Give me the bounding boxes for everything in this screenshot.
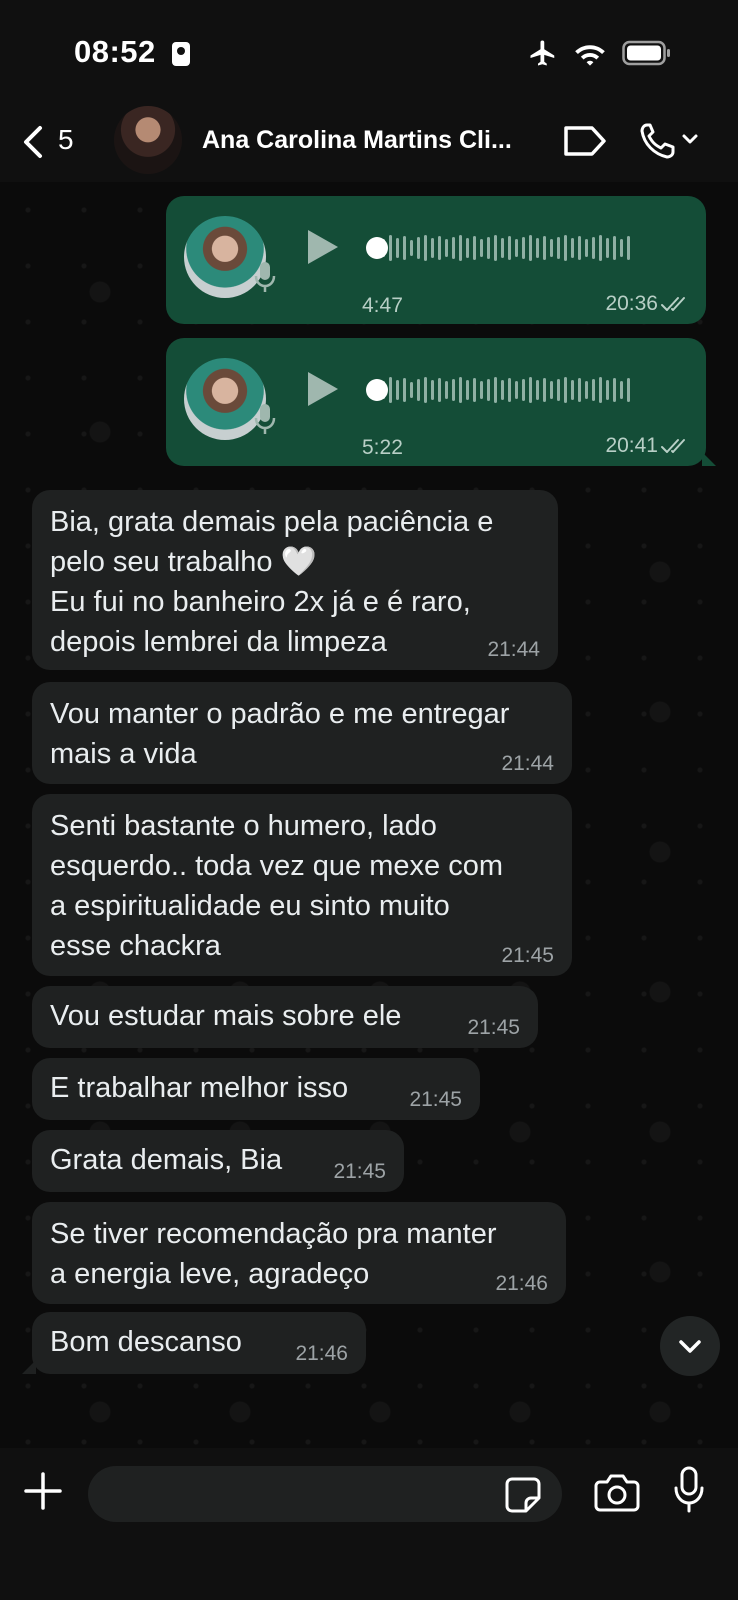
incoming-message[interactable]: Bom descanso 21:46 [22, 1312, 366, 1374]
read-ticks-icon [661, 439, 685, 453]
message-time: 20:41 [605, 434, 658, 457]
contact-name[interactable]: Ana Carolina Martins Cli... [202, 126, 532, 155]
message-time: 21:45 [333, 1160, 386, 1183]
message-time: 21:46 [495, 1272, 548, 1295]
voice-duration: 5:22 [362, 436, 403, 459]
phone-icon[interactable] [638, 120, 704, 162]
plus-icon[interactable] [22, 1470, 64, 1512]
status-bar: 08:52 [0, 0, 738, 100]
microphone-icon [254, 262, 276, 292]
message-input[interactable] [88, 1466, 562, 1522]
contact-avatar[interactable] [114, 106, 182, 174]
incoming-message[interactable]: Vou estudar mais sobre ele 21:45 [32, 986, 538, 1048]
microphone-icon[interactable] [672, 1466, 706, 1514]
message-time: 21:45 [409, 1088, 462, 1111]
status-icons [528, 38, 672, 68]
waveform[interactable] [368, 376, 630, 404]
wifi-icon [575, 45, 605, 66]
voice-message[interactable]: 4:47 20:36 [166, 196, 706, 324]
battery-icon [622, 40, 670, 66]
message-time: 21:45 [501, 944, 554, 967]
chevron-down-icon [679, 1340, 701, 1353]
play-icon[interactable] [308, 372, 338, 406]
voice-duration: 4:47 [362, 294, 403, 317]
message-composer [0, 1448, 738, 1600]
waveform[interactable] [368, 234, 630, 262]
playback-scrubber[interactable] [366, 237, 388, 259]
sticker-icon[interactable] [504, 1476, 542, 1514]
incoming-message[interactable]: Vou manter o padrão e me entregar mais a… [32, 682, 572, 784]
message-text: Se tiver recomendação pra manter a energ… [50, 1218, 497, 1290]
playback-scrubber[interactable] [366, 379, 388, 401]
incoming-message[interactable]: Grata demais, Bia 21:45 [32, 1130, 404, 1192]
play-icon[interactable] [308, 230, 338, 264]
message-text: Senti bastante o humero, lado esquerdo..… [50, 810, 503, 962]
message-text: Grata demais, Bia [50, 1144, 283, 1176]
message-text: Vou manter o padrão e me entregar mais a… [50, 698, 510, 770]
incoming-message[interactable]: Bia, grata demais pela paciência e pelo … [32, 490, 558, 670]
unread-count[interactable]: 5 [58, 124, 74, 156]
message-text: Vou estudar mais sobre ele [50, 1000, 402, 1032]
incoming-message[interactable]: Se tiver recomendação pra manter a energ… [32, 1202, 566, 1304]
voice-message[interactable]: 5:22 20:41 [166, 338, 716, 466]
message-time: 21:46 [295, 1342, 348, 1365]
chat-header: 5 Ana Carolina Martins Cli... [0, 100, 738, 182]
back-chevron-icon[interactable] [14, 122, 58, 162]
contact-card-icon [172, 42, 190, 66]
label-tag-icon[interactable] [560, 122, 608, 160]
camera-icon[interactable] [594, 1472, 640, 1512]
chat-area[interactable]: 4:47 20:36 5:22 20:41 Bia, grata demais … [0, 182, 738, 1448]
read-ticks-icon [661, 297, 685, 311]
message-text: Bia, grata demais pela paciência e pelo … [50, 506, 494, 658]
message-time: 21:44 [487, 638, 540, 661]
message-text: E trabalhar melhor isso [50, 1072, 349, 1104]
message-time: 20:36 [605, 292, 658, 315]
scroll-to-bottom-button[interactable] [660, 1316, 720, 1376]
incoming-message[interactable]: Senti bastante o humero, lado esquerdo..… [32, 794, 572, 976]
message-text: Bom descanso [50, 1326, 242, 1358]
incoming-message[interactable]: E trabalhar melhor isso 21:45 [32, 1058, 480, 1120]
airplane-icon [530, 40, 555, 66]
status-time: 08:52 [74, 34, 156, 69]
message-time: 21:44 [501, 752, 554, 775]
message-time: 21:45 [467, 1016, 520, 1039]
microphone-icon [254, 404, 276, 434]
